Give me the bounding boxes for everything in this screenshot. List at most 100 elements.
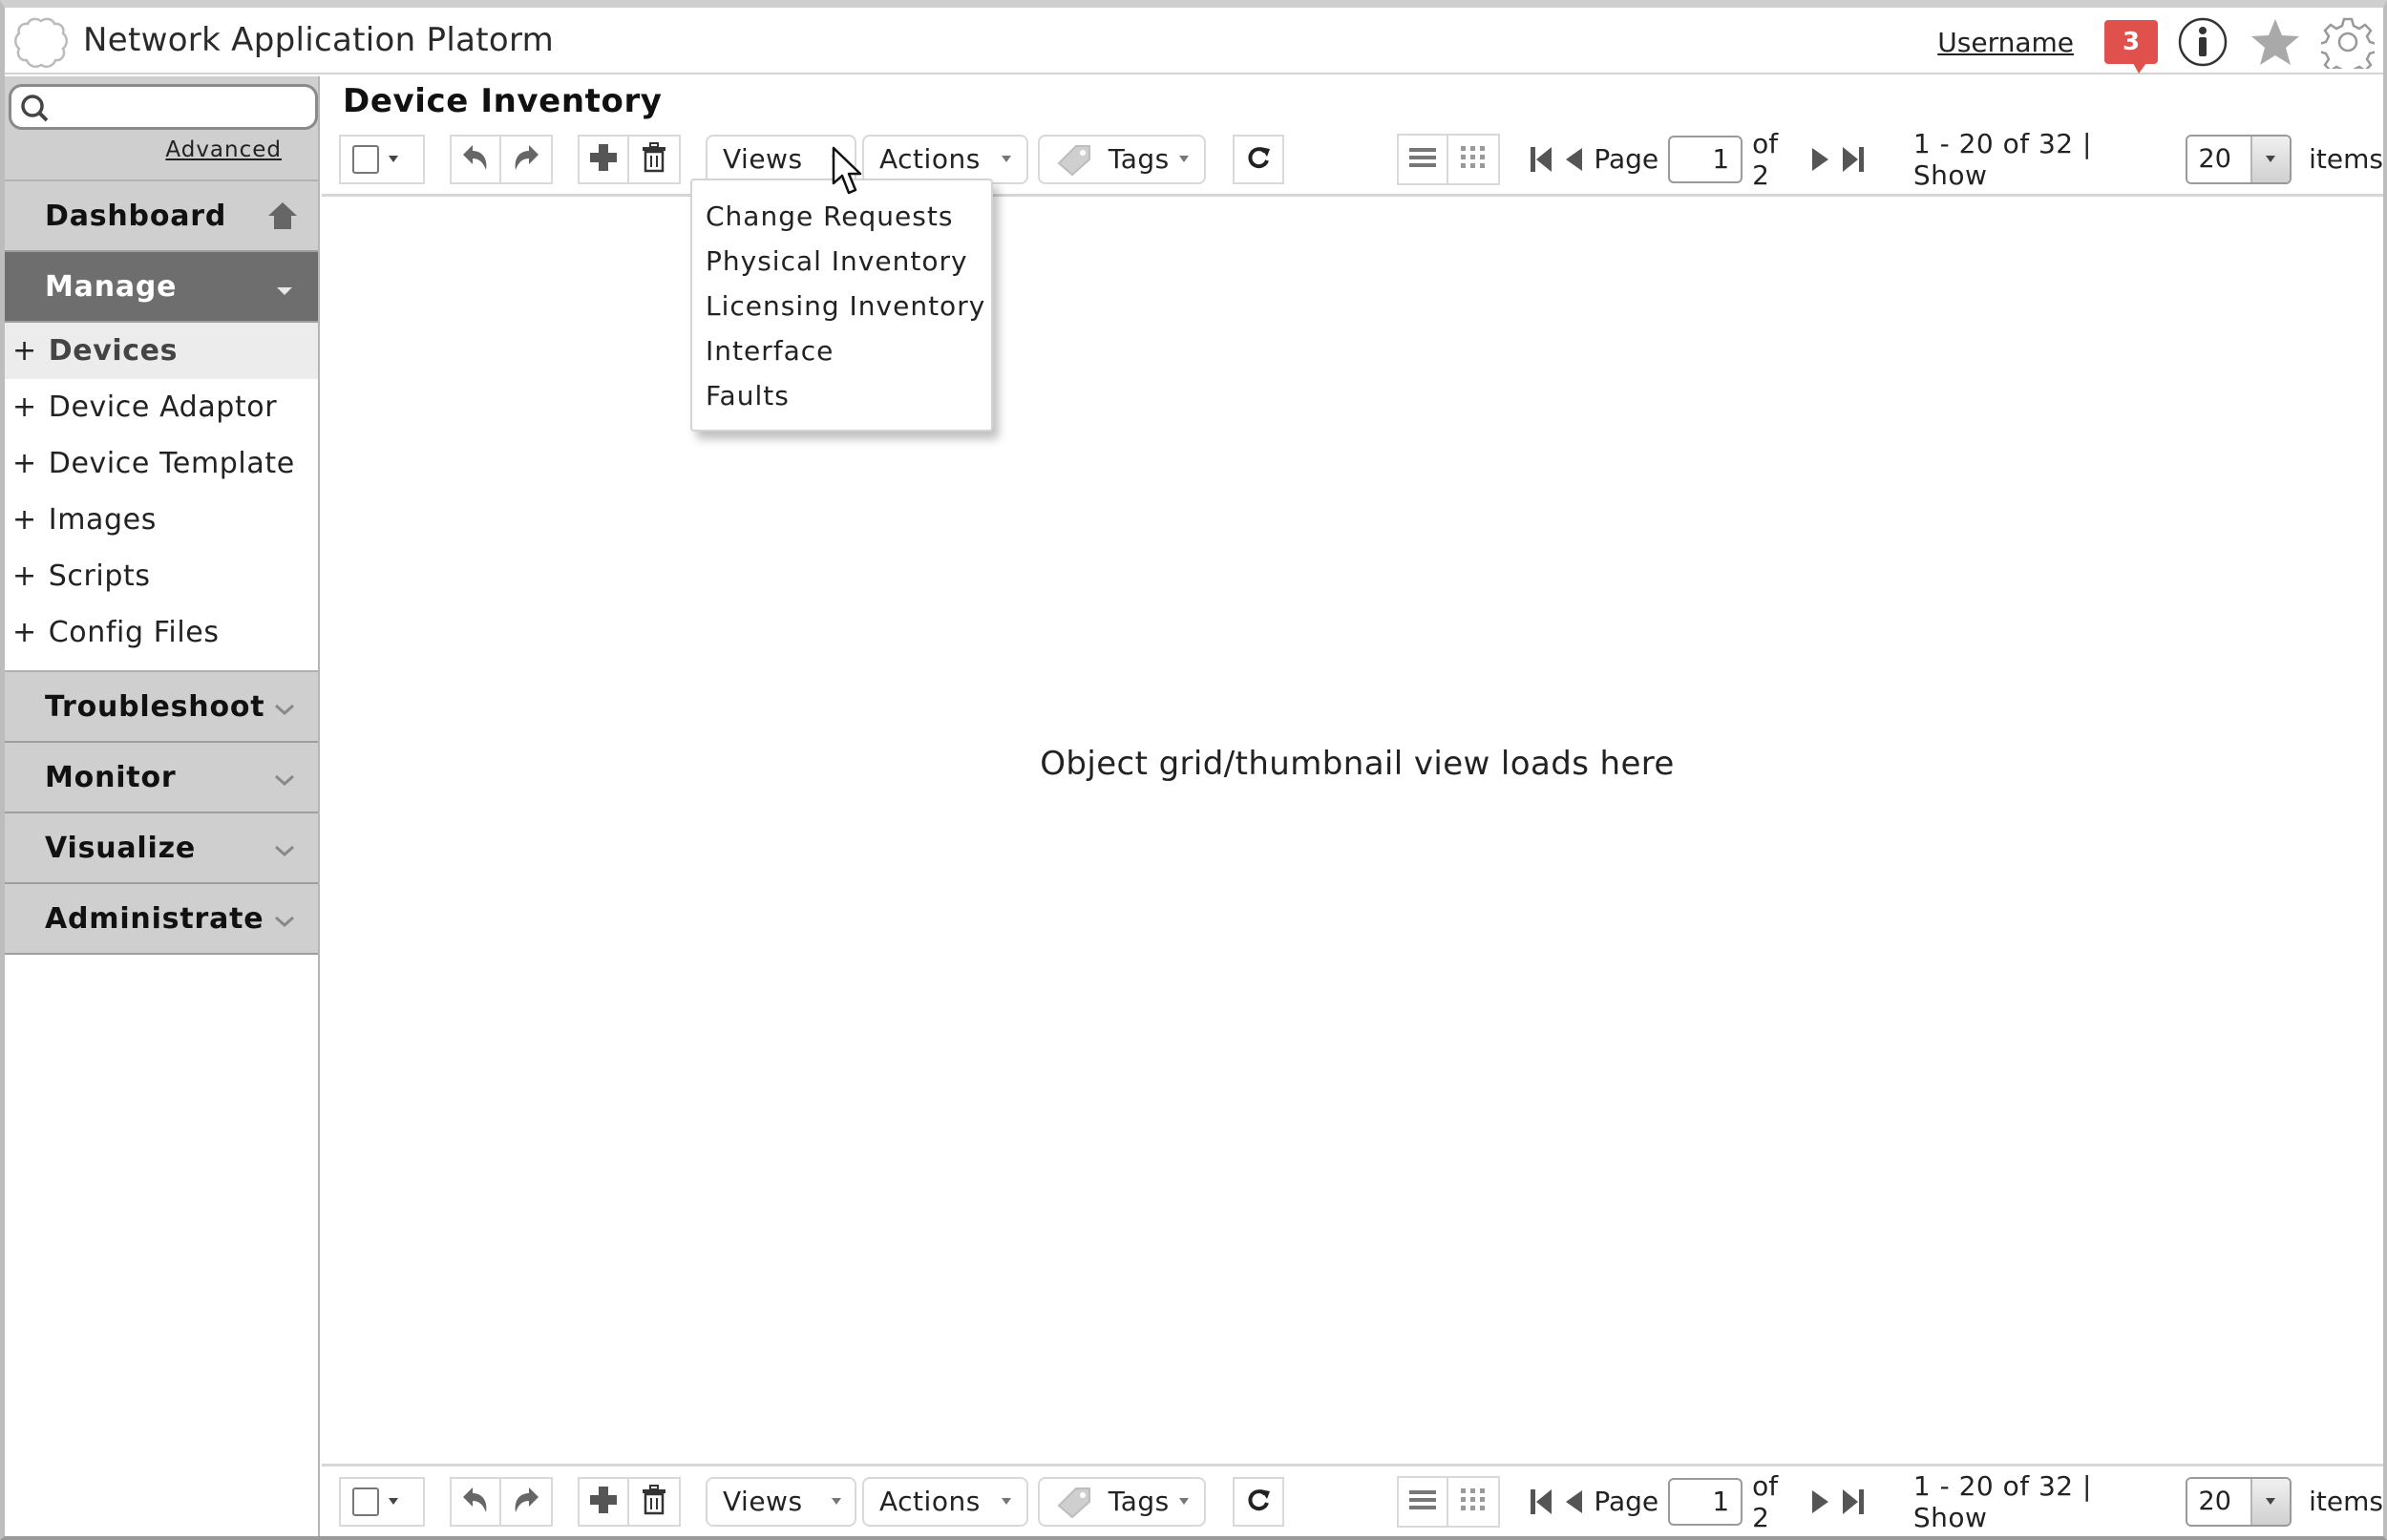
first-page-button[interactable] <box>1529 144 1553 175</box>
manage-submenu: + Devices + Device Adaptor + Device Temp… <box>5 323 318 672</box>
trash-icon <box>641 1484 667 1519</box>
sidebar-item-scripts[interactable]: + Scripts <box>5 548 318 604</box>
next-page-button[interactable] <box>1810 144 1831 175</box>
delete-button[interactable] <box>629 137 679 182</box>
delete-button[interactable] <box>629 1479 679 1525</box>
sidebar-item-label: Config Files <box>48 616 220 649</box>
tags-label: Tags <box>1108 1486 1170 1517</box>
sidebar-item-label: Scripts <box>48 559 151 593</box>
sidebar-item-devices[interactable]: + Devices <box>5 323 318 379</box>
views-menu-item-interface[interactable]: Interface <box>692 328 991 373</box>
add-button[interactable] <box>580 1478 629 1525</box>
actions-label: Actions <box>879 143 981 175</box>
tags-dropdown[interactable]: Tags <box>1037 1476 1206 1527</box>
redo-icon <box>510 141 542 178</box>
undo-icon <box>459 1484 492 1520</box>
views-menu-item-physical-inventory[interactable]: Physical Inventory <box>692 239 991 284</box>
refresh-button[interactable] <box>1232 1476 1285 1527</box>
toolbar-bottom: Views Actions Tags Page of 2 1 - 20 of 3… <box>322 1464 2383 1536</box>
page-number-input[interactable] <box>1668 1477 1743 1526</box>
page-label: Page <box>1594 1486 1659 1517</box>
views-menu-item-licensing-inventory[interactable]: Licensing Inventory <box>692 284 991 328</box>
select-group <box>339 1476 425 1527</box>
plus-icon <box>588 142 619 177</box>
page-number-input[interactable] <box>1668 135 1743 183</box>
checkbox[interactable] <box>352 1487 379 1516</box>
page-size-select[interactable]: 20 <box>2185 134 2292 184</box>
next-page-button[interactable] <box>1810 1487 1831 1517</box>
sidebar-section-label: Visualize <box>45 831 197 865</box>
main-content: Device Inventory Views Actions Tags Page <box>322 76 2383 1536</box>
list-view-button[interactable] <box>1399 1477 1449 1526</box>
gear-icon[interactable] <box>2320 14 2376 70</box>
sidebar-item-device-adaptor[interactable]: + Device Adaptor <box>5 379 318 435</box>
last-page-button[interactable] <box>1841 144 1866 175</box>
page-title: Device Inventory <box>343 82 663 120</box>
range-label: 1 - 20 of 32 | Show <box>1912 1469 2092 1533</box>
trash-icon <box>641 141 667 177</box>
expand-icon: + <box>12 616 37 649</box>
add-delete-group <box>578 1476 681 1527</box>
page-size-select[interactable]: 20 <box>2185 1476 2292 1527</box>
actions-label: Actions <box>879 1486 981 1517</box>
last-page-button[interactable] <box>1841 1487 1866 1517</box>
header: Network Application Platorm Username 3 <box>5 8 2383 74</box>
select-all-checkbox[interactable] <box>341 1479 423 1525</box>
info-icon[interactable] <box>2175 14 2230 70</box>
sidebar-item-images[interactable]: + Images <box>5 492 318 548</box>
actions-dropdown[interactable]: Actions <box>862 134 1028 184</box>
sidebar-section-troubleshoot[interactable]: Troubleshoot <box>5 672 318 743</box>
search-box[interactable] <box>9 84 318 130</box>
sidebar-item-config-files[interactable]: + Config Files <box>5 604 318 661</box>
tag-icon <box>1055 142 1093 177</box>
prev-page-button[interactable] <box>1563 144 1584 175</box>
sidebar-section-label: Monitor <box>45 760 177 794</box>
redo-button[interactable] <box>501 137 551 182</box>
notification-badge[interactable]: 3 <box>2104 20 2158 74</box>
caret-down-icon[interactable] <box>2250 1478 2291 1525</box>
range-label: 1 - 20 of 32 | Show <box>1912 127 2092 191</box>
refresh-button[interactable] <box>1232 134 1285 184</box>
actions-dropdown[interactable]: Actions <box>862 1476 1028 1527</box>
undo-button[interactable] <box>452 1478 501 1525</box>
expand-icon: + <box>12 447 37 480</box>
views-menu-item-faults[interactable]: Faults <box>692 373 991 418</box>
caret-down-icon <box>1178 1498 1189 1505</box>
sidebar-section-dashboard[interactable]: Dashboard <box>5 181 318 252</box>
grid-view-button[interactable] <box>1448 136 1498 183</box>
pagination: Page of 2 1 - 20 of 32 | Show 20 items <box>1529 128 2383 191</box>
sidebar-section-manage[interactable]: Manage <box>5 252 318 323</box>
undo-button[interactable] <box>452 136 501 182</box>
views-label: Views <box>723 143 803 175</box>
caret-down-icon[interactable] <box>2250 136 2291 182</box>
sidebar-section-label: Manage <box>45 269 178 304</box>
views-dropdown[interactable]: Views <box>706 1476 856 1527</box>
username-link[interactable]: Username <box>1937 27 2074 58</box>
list-view-button[interactable] <box>1399 135 1449 183</box>
redo-button[interactable] <box>501 1479 551 1525</box>
sidebar-search-area: Advanced <box>5 76 318 181</box>
grid-view-button[interactable] <box>1448 1478 1498 1526</box>
caret-down-icon[interactable] <box>389 156 398 162</box>
select-all-checkbox[interactable] <box>341 137 423 182</box>
undo-redo-group <box>450 1476 553 1527</box>
search-input[interactable] <box>57 91 306 123</box>
star-icon[interactable] <box>2248 14 2303 70</box>
sidebar-item-device-template[interactable]: + Device Template <box>5 435 318 492</box>
sidebar-section-monitor[interactable]: Monitor <box>5 743 318 813</box>
page-total: of 2 <box>1752 1469 1779 1533</box>
tags-dropdown[interactable]: Tags <box>1037 134 1206 184</box>
expand-icon: + <box>12 390 37 424</box>
select-group <box>339 134 425 184</box>
chevron-down-icon <box>270 275 299 308</box>
expand-icon: + <box>12 503 37 537</box>
view-toggle-group <box>1397 133 1501 185</box>
first-page-button[interactable] <box>1529 1487 1553 1517</box>
sidebar-section-administrate[interactable]: Administrate <box>5 884 318 955</box>
add-button[interactable] <box>580 136 629 182</box>
sidebar-section-visualize[interactable]: Visualize <box>5 813 318 884</box>
caret-down-icon[interactable] <box>389 1498 398 1505</box>
prev-page-button[interactable] <box>1563 1487 1584 1517</box>
checkbox[interactable] <box>352 144 379 174</box>
advanced-search-link[interactable]: Advanced <box>165 137 282 162</box>
